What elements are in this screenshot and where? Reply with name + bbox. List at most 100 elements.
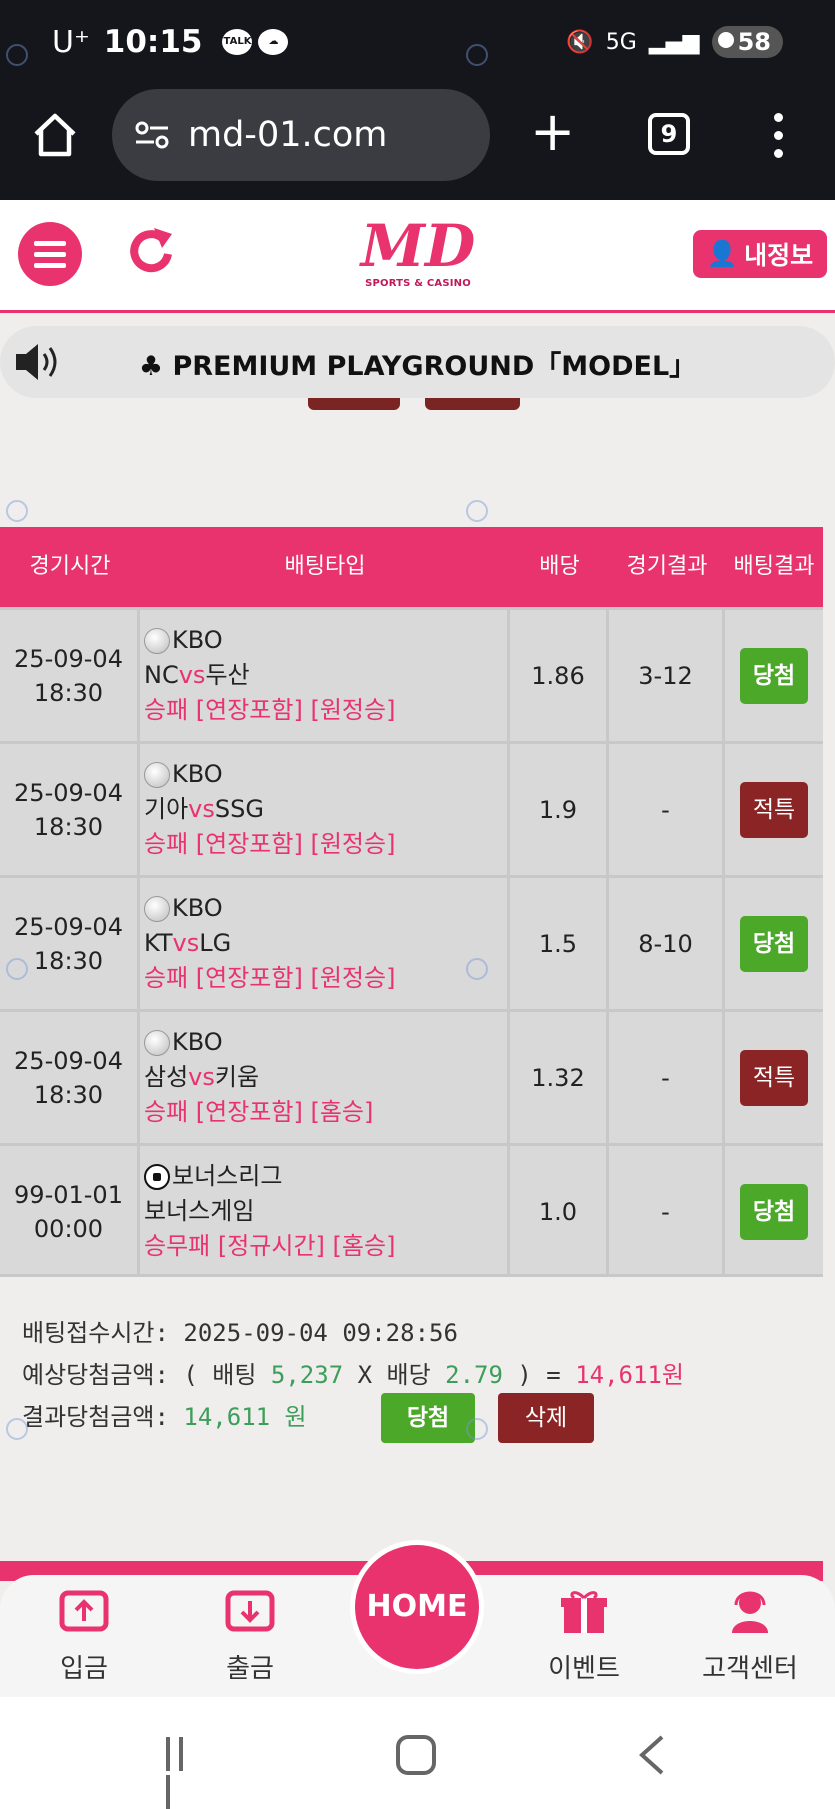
vs-label: vs: [178, 661, 206, 689]
back-icon[interactable]: [638, 1735, 666, 1775]
col-header-score: 경기결과: [626, 554, 708, 579]
cloud-icon: ☁: [258, 29, 289, 55]
status-bar: U⁺ 10:15 TALK ☁ 🔇 5G ▂▄▆ 58: [0, 0, 835, 85]
menu-button[interactable]: [18, 222, 82, 286]
away-team: LG: [199, 929, 232, 957]
battery-indicator: 58: [711, 26, 783, 58]
odds-value: 1.86: [510, 610, 609, 741]
bet-table-header: 경기시간 배팅타입 배당 경기결과 배팅결과: [0, 527, 823, 607]
partial-button: [308, 398, 400, 410]
row-time: 18:30: [33, 1080, 104, 1109]
notification-icons: TALK ☁: [222, 29, 289, 55]
home-team: KT: [144, 929, 173, 957]
more-options-icon[interactable]: [772, 113, 784, 159]
league-name: KBO: [172, 626, 223, 654]
nav-event-label: 이벤트: [548, 1654, 620, 1684]
tab-switcher-button[interactable]: 9: [648, 113, 690, 155]
home-team: NC: [144, 661, 179, 689]
win-status-button[interactable]: 당첨: [381, 1393, 475, 1443]
league-name: 보너스리그: [172, 1162, 283, 1190]
row-time: 00:00: [33, 1214, 104, 1243]
table-row: 25-09-04 18:30 KBO 삼성vs키움 승패 [연장포함] [홈승] …: [0, 1009, 823, 1143]
result-badge-refund: 적특: [740, 781, 808, 838]
table-row: 99-01-01 00:00 보너스리그 보너스게임 승무패 [정규시간] [홈승…: [0, 1143, 823, 1277]
league-name: KBO: [172, 1028, 223, 1056]
expected-open: ( 배팅: [183, 1361, 257, 1389]
watermark-icon: [6, 44, 28, 66]
site-settings-icon[interactable]: [134, 120, 170, 150]
odds-value: 1.0: [510, 1146, 609, 1277]
carrier-label: U⁺: [52, 24, 90, 60]
expected-close: ) =: [517, 1361, 561, 1389]
market-label: 승패 [연장포함] [원정승]: [144, 830, 396, 858]
result-win-label: 결과당첨금액:: [22, 1403, 169, 1431]
nav-support-label: 고객센터: [702, 1654, 798, 1684]
row-date: 25-09-04: [14, 778, 123, 807]
col-header-type: 배팅타입: [284, 554, 366, 579]
nav-withdraw-label: 출금: [226, 1654, 274, 1684]
my-info-button[interactable]: 👤 내정보: [693, 230, 827, 278]
row-date: 25-09-04: [14, 1046, 123, 1075]
col-header-time: 경기시간: [29, 554, 111, 579]
nav-deposit-label: 입금: [60, 1654, 108, 1684]
home-team: 삼성: [144, 1063, 189, 1091]
deposit-icon: [59, 1590, 109, 1632]
result-badge-win: 당첨: [740, 915, 808, 972]
new-tab-icon[interactable]: +: [530, 105, 575, 159]
notice-banner: ♣ PREMIUM PLAYGROUND「MODEL」: [0, 326, 835, 398]
bet-amount: 5,237: [270, 1361, 344, 1389]
away-team: 두산: [205, 661, 250, 689]
league-name: KBO: [172, 894, 223, 922]
user-icon: 👤: [706, 239, 739, 268]
accept-time-value: 2025-09-04 09:28:56: [183, 1319, 458, 1347]
home-team: 보너스게임: [144, 1197, 255, 1225]
delete-button[interactable]: 삭제: [498, 1393, 594, 1443]
refresh-icon[interactable]: [124, 224, 180, 280]
logo-mark: MD: [360, 212, 476, 280]
market-label: 승패 [연장포함] [원정승]: [144, 696, 396, 724]
odds-value: 1.9: [510, 744, 609, 875]
logo-subtitle: SPORTS & CASINO: [365, 278, 471, 289]
watermark-icon: [6, 1418, 28, 1440]
soccer-ball-icon: [144, 1163, 170, 1190]
table-row: 25-09-04 18:30 KBO KTvsLG 승패 [연장포함] [원정승]…: [0, 875, 823, 1009]
recent-apps-icon[interactable]: [166, 1737, 202, 1809]
watermark-icon: [466, 500, 488, 522]
row-date: 99-01-01: [14, 1180, 123, 1209]
home-button[interactable]: HOME: [350, 1540, 484, 1674]
result-win-amount: 14,611 원: [183, 1403, 307, 1431]
result-badge-win: 당첨: [740, 647, 808, 704]
nav-withdraw[interactable]: 출금: [190, 1587, 310, 1685]
col-header-result: 배팅결과: [733, 554, 815, 579]
total-odds: 2.79: [445, 1361, 503, 1389]
clock: 10:15: [103, 24, 203, 60]
odds-value: 1.5: [510, 878, 609, 1009]
nav-support[interactable]: 고객센터: [690, 1587, 810, 1685]
network-label: 5G: [605, 29, 637, 55]
score-value: -: [609, 744, 725, 875]
home-icon[interactable]: [30, 110, 80, 160]
bet-table-body: 25-09-04 18:30 KBO NCvs두산 승패 [연장포함] [원정승]…: [0, 607, 823, 1277]
odds-value: 1.32: [510, 1012, 609, 1143]
system-home-icon[interactable]: [396, 1735, 436, 1775]
site-logo[interactable]: MD SPORTS & CASINO: [360, 214, 476, 302]
nav-event[interactable]: 이벤트: [524, 1587, 644, 1685]
support-agent-icon: [732, 1591, 768, 1633]
vs-label: vs: [188, 795, 215, 823]
watermark-icon: [466, 44, 488, 66]
baseball-icon: [144, 761, 170, 788]
watermark-icon: [466, 1418, 488, 1440]
talk-icon: TALK: [222, 29, 253, 55]
result-badge-refund: 적특: [740, 1049, 808, 1106]
row-date: 25-09-04: [14, 644, 123, 673]
result-badge-win: 당첨: [740, 1183, 808, 1240]
url-text: md-01.com: [188, 115, 388, 155]
withdraw-icon: [225, 1590, 275, 1632]
nav-deposit[interactable]: 입금: [24, 1587, 144, 1685]
baseball-icon: [144, 1029, 170, 1056]
vs-label: vs: [172, 929, 200, 957]
score-value: 8-10: [609, 878, 725, 1009]
home-button-label: HOME: [355, 1545, 479, 1669]
address-bar[interactable]: md-01.com: [112, 89, 490, 181]
partial-button: [425, 398, 520, 410]
